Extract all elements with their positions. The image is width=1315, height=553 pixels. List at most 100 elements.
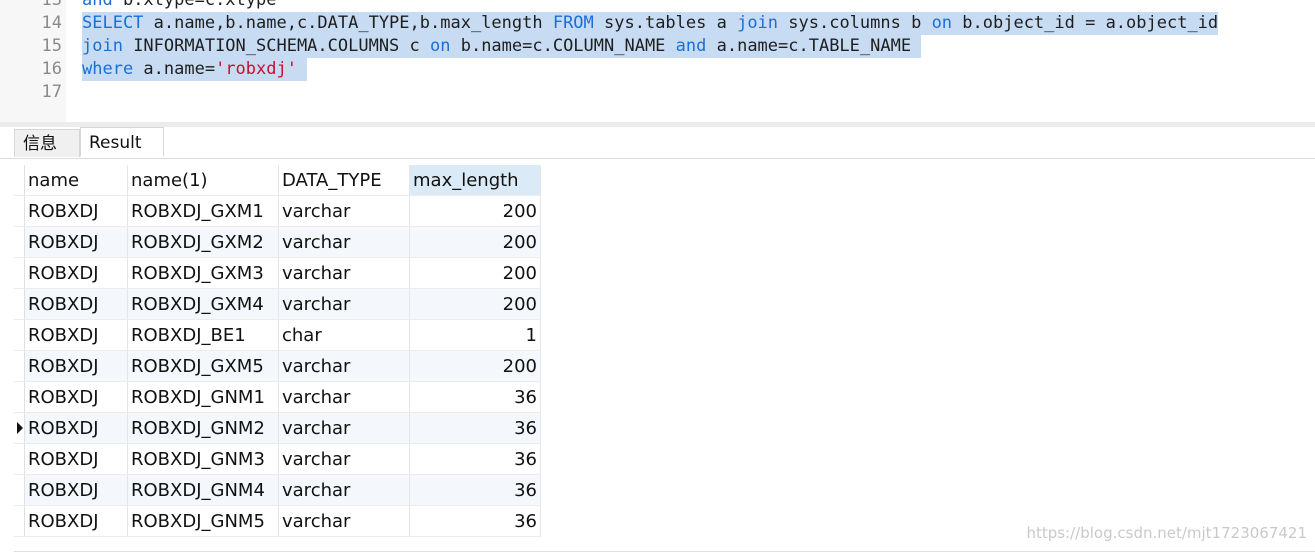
row-indicator[interactable] [14, 350, 25, 382]
table-row[interactable]: ROBXDJ ROBXDJ_GXM4 varchar 200 [14, 288, 541, 320]
sql-text: a.name=c.TABLE_NAME [706, 36, 922, 56]
row-indicator-header [14, 165, 25, 196]
table-row[interactable]: ROBXDJ ROBXDJ_GXM5 varchar 200 [14, 350, 541, 382]
cell-max-length[interactable]: 1 [409, 319, 541, 351]
row-indicator[interactable] [14, 195, 25, 227]
grid-body: ROBXDJ ROBXDJ_GXM1 varchar 200 ROBXDJ ROBXDJ_… [14, 195, 541, 537]
sql-editor[interactable]: 13 and b.xtype=c.xtype 14 SELECT a.name,b.n… [0, 0, 1315, 122]
row-indicator[interactable] [14, 412, 25, 444]
code-text: SELECT a.name,b.name,c.DATA_TYPE,b.max_l… [82, 12, 1219, 35]
cell-name1[interactable]: ROBXDJ_GXM5 [127, 350, 279, 382]
cell-name[interactable]: ROBXDJ [24, 412, 128, 444]
result-tab-bar: 信息 Result 1 [0, 127, 1315, 183]
line-number: 14 [41, 13, 62, 33]
cell-name[interactable]: ROBXDJ [24, 505, 128, 537]
row-indicator[interactable] [14, 505, 25, 537]
table-row[interactable]: ROBXDJ ROBXDJ_BE1 char 1 [14, 319, 541, 351]
cell-data-type[interactable]: varchar [278, 381, 410, 413]
cell-name[interactable]: ROBXDJ [24, 195, 128, 227]
sql-text: sys.tables a [593, 13, 738, 33]
cell-data-type[interactable]: varchar [278, 195, 410, 227]
tab-result-1[interactable]: Result 1 [80, 127, 164, 183]
cell-name[interactable]: ROBXDJ [24, 319, 128, 351]
cell-name1[interactable]: ROBXDJ_BE1 [127, 319, 279, 351]
cell-name[interactable]: ROBXDJ [24, 443, 128, 475]
table-row[interactable]: ROBXDJ ROBXDJ_GNM5 varchar 36 [14, 505, 541, 537]
cell-name1[interactable]: ROBXDJ_GNM1 [127, 381, 279, 413]
cell-max-length[interactable]: 200 [409, 288, 541, 320]
cell-name1[interactable]: ROBXDJ_GNM2 [127, 412, 279, 444]
table-row[interactable]: ROBXDJ ROBXDJ_GXM2 varchar 200 [14, 226, 541, 258]
sql-text: a.name= [133, 59, 216, 79]
grid-bottom-border [14, 551, 1315, 552]
row-indicator[interactable] [14, 474, 25, 506]
cell-max-length[interactable]: 36 [409, 412, 541, 444]
column-header-max-length[interactable]: max_length [409, 165, 541, 196]
cell-data-type[interactable]: varchar [278, 288, 410, 320]
row-indicator[interactable] [14, 257, 25, 289]
cell-name[interactable]: ROBXDJ [24, 226, 128, 258]
cell-data-type[interactable]: varchar [278, 443, 410, 475]
cell-data-type[interactable]: varchar [278, 412, 410, 444]
row-indicator[interactable] [14, 288, 25, 320]
cell-max-length[interactable]: 200 [409, 350, 541, 382]
cell-max-length[interactable]: 36 [409, 443, 541, 475]
sql-keyword: join [737, 13, 779, 33]
table-row[interactable]: ROBXDJ ROBXDJ_GNM4 varchar 36 [14, 474, 541, 506]
sql-keyword: and [82, 0, 113, 10]
column-header-name1[interactable]: name(1) [127, 165, 279, 196]
cell-name1[interactable]: ROBXDJ_GNM3 [127, 443, 279, 475]
row-indicator[interactable] [14, 226, 25, 258]
sql-string: 'robxdj' [215, 59, 297, 79]
grid-header-row: name name(1) DATA_TYPE max_length [14, 165, 541, 196]
cell-name1[interactable]: ROBXDJ_GXM4 [127, 288, 279, 320]
code-line[interactable]: 14 SELECT a.name,b.name,c.DATA_TYPE,b.max… [0, 12, 1315, 35]
cell-data-type[interactable]: char [278, 319, 410, 351]
cell-max-length[interactable]: 200 [409, 226, 541, 258]
cell-name[interactable]: ROBXDJ [24, 381, 128, 413]
cell-data-type[interactable]: varchar [278, 474, 410, 506]
sql-text: b.object_id = a.object_id [952, 13, 1219, 33]
cell-name1[interactable]: ROBXDJ_GXM1 [127, 195, 279, 227]
cell-max-length[interactable]: 36 [409, 505, 541, 537]
triangle-right-icon [17, 422, 23, 434]
sql-keyword: FROM [552, 13, 594, 33]
code-line[interactable]: 15 join INFORMATION_SCHEMA.COLUMNS c on b… [0, 35, 1315, 58]
row-indicator[interactable] [14, 381, 25, 413]
table-row[interactable]: ROBXDJ ROBXDJ_GXM1 varchar 200 [14, 195, 541, 227]
sql-text: INFORMATION_SCHEMA.COLUMNS c [122, 36, 430, 56]
cell-name[interactable]: ROBXDJ [24, 257, 128, 289]
row-indicator[interactable] [14, 443, 25, 475]
table-row[interactable]: ROBXDJ ROBXDJ_GNM2 varchar 36 [14, 412, 541, 444]
sql-keyword: where [82, 59, 134, 79]
cell-max-length[interactable]: 200 [409, 195, 541, 227]
cell-max-length[interactable]: 36 [409, 474, 541, 506]
cell-data-type[interactable]: varchar [278, 505, 410, 537]
code-line[interactable]: 13 and b.xtype=c.xtype [0, 0, 1315, 12]
sql-text: sys.columns b [778, 13, 932, 33]
cell-name1[interactable]: ROBXDJ_GNM4 [127, 474, 279, 506]
cell-name[interactable]: ROBXDJ [24, 350, 128, 382]
code-line[interactable]: 16 where a.name='robxdj' [0, 58, 1315, 81]
cell-name1[interactable]: ROBXDJ_GXM3 [127, 257, 279, 289]
column-header-name[interactable]: name [24, 165, 128, 196]
cell-name1[interactable]: ROBXDJ_GNM5 [127, 505, 279, 537]
cell-name[interactable]: ROBXDJ [24, 288, 128, 320]
cell-name1[interactable]: ROBXDJ_GXM2 [127, 226, 279, 258]
column-header-data-type[interactable]: DATA_TYPE [278, 165, 410, 196]
code-line[interactable]: 17 [0, 81, 1315, 104]
row-indicator[interactable] [14, 319, 25, 351]
cell-data-type[interactable]: varchar [278, 226, 410, 258]
table-row[interactable]: ROBXDJ ROBXDJ_GXM3 varchar 200 [14, 257, 541, 289]
cell-data-type[interactable]: varchar [278, 257, 410, 289]
table-row[interactable]: ROBXDJ ROBXDJ_GNM1 varchar 36 [14, 381, 541, 413]
tab-info[interactable]: 信息 [14, 129, 80, 157]
code-text: and b.xtype=c.xtype [82, 0, 276, 12]
cell-data-type[interactable]: varchar [278, 350, 410, 382]
cell-name[interactable]: ROBXDJ [24, 474, 128, 506]
cell-max-length[interactable]: 200 [409, 257, 541, 289]
cell-max-length[interactable]: 36 [409, 381, 541, 413]
watermark: https://blog.csdn.net/mjt1723067421 [1026, 524, 1307, 542]
table-row[interactable]: ROBXDJ ROBXDJ_GNM3 varchar 36 [14, 443, 541, 475]
